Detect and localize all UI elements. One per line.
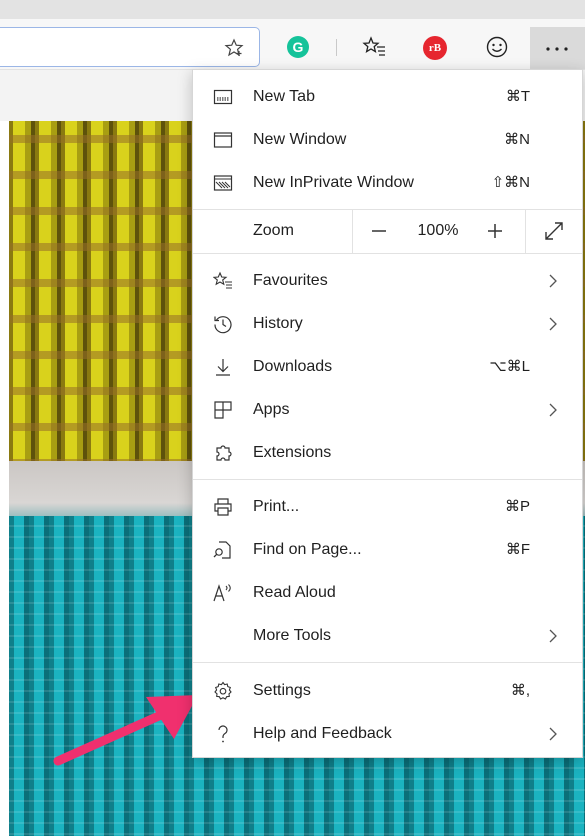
menu-item-label: New Tab <box>253 88 315 105</box>
menu-item-label: New InPrivate Window <box>253 174 414 191</box>
menu-item-shortcut: ⌘T <box>505 88 530 105</box>
chevron-right-icon <box>549 274 557 288</box>
chevron-right-icon <box>549 403 557 417</box>
menu-item-apps[interactable]: Apps <box>193 389 582 431</box>
feedback-smiley-icon[interactable] <box>484 34 510 60</box>
settings-and-more-button[interactable] <box>530 27 585 69</box>
menu-item-new-inprivate-window[interactable]: New InPrivate Window ⇧⌘N <box>193 162 582 204</box>
menu-item-label: Help and Feedback <box>253 725 392 742</box>
gear-icon <box>214 681 232 700</box>
menu-item-label: Print... <box>253 498 300 515</box>
zoom-out-button[interactable] <box>365 217 393 245</box>
print-icon <box>214 498 232 516</box>
zoom-in-button[interactable] <box>481 217 509 245</box>
menu-item-label: Apps <box>253 401 290 418</box>
menu-item-find-on-page[interactable]: Find on Page... ⌘F <box>193 529 582 571</box>
menu-divider <box>193 662 582 663</box>
extensions-icon <box>216 445 232 461</box>
chevron-right-icon <box>549 727 557 741</box>
chevron-right-icon <box>549 629 557 643</box>
annotation-arrow <box>53 695 198 766</box>
menu-item-downloads[interactable]: Downloads ⌥⌘L <box>193 346 582 388</box>
menu-item-label: Downloads <box>253 358 333 375</box>
menu-item-favourites[interactable]: Favourites <box>193 260 582 302</box>
menu-item-shortcut: ⌥⌘L <box>489 358 530 375</box>
apps-icon <box>214 401 232 419</box>
menu-item-shortcut: ⌘, <box>510 682 530 699</box>
inprivate-icon <box>213 175 233 191</box>
read-aloud-icon <box>213 584 231 602</box>
menu-item-read-aloud[interactable]: Read Aloud <box>193 572 582 614</box>
zoom-row: Zoom 100% <box>193 209 582 253</box>
menu-item-new-tab[interactable]: New Tab ⌘T <box>193 76 582 118</box>
menu-item-label: History <box>253 315 303 332</box>
menu-item-label: New Window <box>253 131 347 148</box>
chevron-right-icon <box>549 317 557 331</box>
download-icon <box>216 359 230 376</box>
favourites-icon <box>213 271 232 289</box>
menu-item-label: Find on Page... <box>253 541 362 558</box>
menu-item-help-and-feedback[interactable]: Help and Feedback <box>193 713 582 755</box>
add-favourite-icon[interactable] <box>224 38 244 58</box>
menu-item-extensions[interactable]: Extensions <box>193 432 582 474</box>
fullscreen-button[interactable] <box>540 217 568 245</box>
menu-item-shortcut: ⌘P <box>504 498 530 515</box>
more-dots-icon <box>546 47 568 51</box>
new-tab-icon <box>213 89 233 105</box>
menu-item-shortcut: ⇧⌘N <box>491 174 530 191</box>
zoom-level: 100% <box>417 222 459 239</box>
menu-item-settings[interactable]: Settings ⌘, <box>193 670 582 712</box>
menu-item-label: Read Aloud <box>253 584 336 601</box>
menu-item-label: Favourites <box>253 272 328 289</box>
help-icon <box>218 725 228 743</box>
toolbar-separator <box>336 39 337 56</box>
menu-divider <box>193 253 582 254</box>
menu-item-label: Extensions <box>253 444 332 461</box>
menu-item-more-tools[interactable]: More Tools <box>193 615 582 657</box>
menu-item-label: More Tools <box>253 627 331 644</box>
menu-item-print[interactable]: Print... ⌘P <box>193 486 582 528</box>
menu-item-new-window[interactable]: New Window ⌘N <box>193 119 582 161</box>
history-icon <box>214 316 232 334</box>
rb-extension-icon[interactable]: rB <box>423 36 447 60</box>
menu-item-shortcut: ⌘N <box>504 131 530 148</box>
menu-item-history[interactable]: History <box>193 303 582 345</box>
menu-item-label: Settings <box>253 682 311 699</box>
title-bar <box>0 0 585 19</box>
settings-and-more-menu: New Tab ⌘T New Window ⌘N New InPrivate W… <box>192 69 583 758</box>
favourites-toolbar-icon[interactable] <box>362 34 388 60</box>
menu-divider <box>193 479 582 480</box>
menu-item-shortcut: ⌘F <box>505 541 530 558</box>
new-window-icon <box>213 132 233 148</box>
address-bar[interactable] <box>0 27 260 67</box>
grammarly-icon[interactable]: G <box>287 36 309 58</box>
zoom-label: Zoom <box>253 222 294 239</box>
find-icon <box>213 541 231 559</box>
